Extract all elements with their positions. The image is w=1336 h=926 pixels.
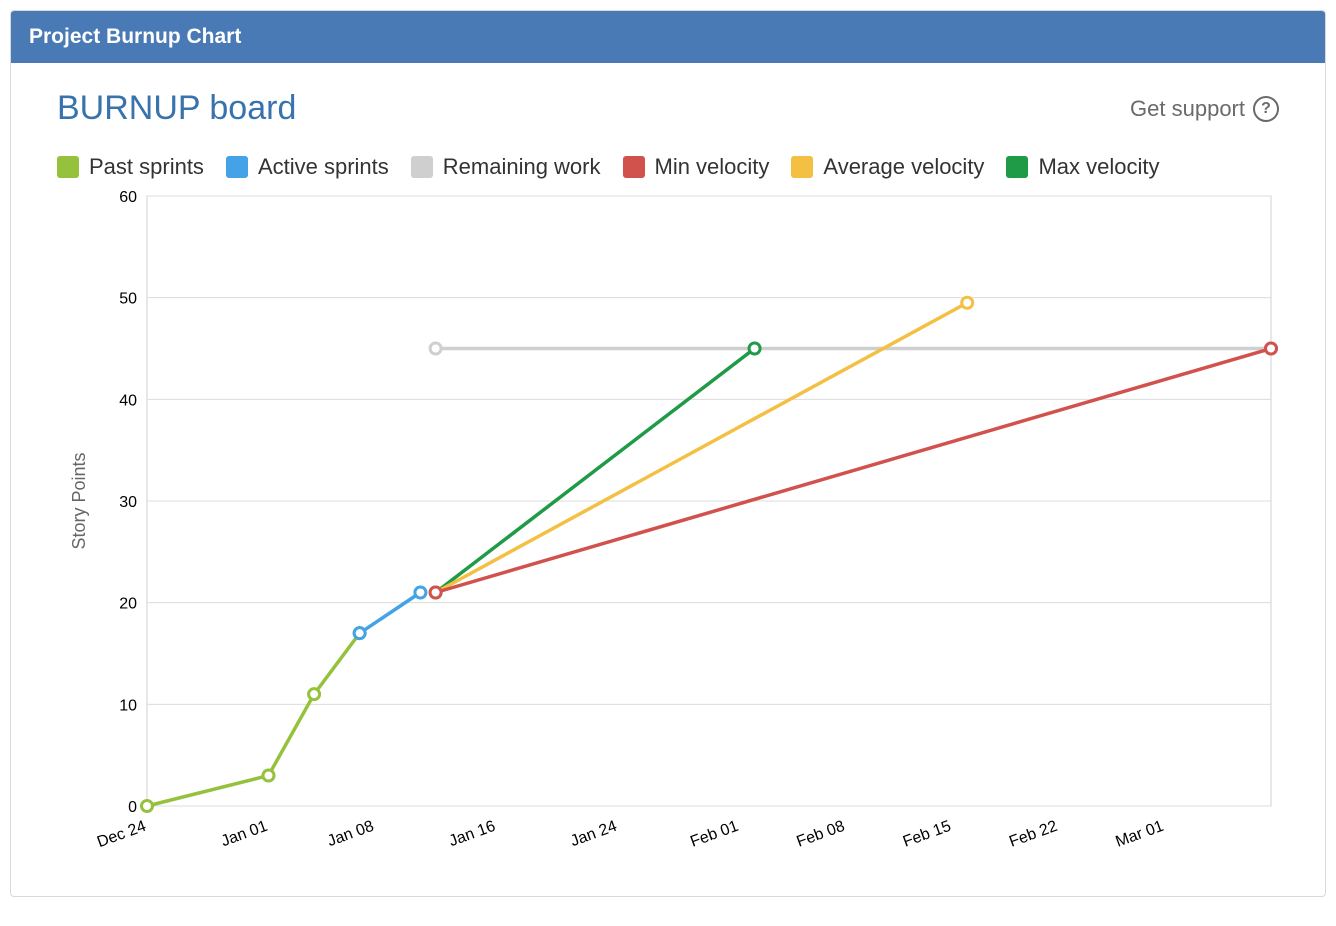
y-tick-label: 40 [119,392,137,409]
legend-swatch [226,156,248,178]
board-title: BURNUP board [57,89,296,128]
legend-swatch [623,156,645,178]
panel-body: BURNUP board Get support ? Past sprints A… [11,63,1325,896]
legend-swatch [791,156,813,178]
y-tick-label: 50 [119,291,137,308]
data-point[interactable] [415,587,426,598]
x-tick-label: Feb 15 [901,818,954,851]
legend-item[interactable]: Min velocity [623,154,770,180]
legend-label: Max velocity [1038,154,1159,180]
help-icon: ? [1253,96,1279,122]
data-point[interactable] [142,801,153,812]
y-tick-label: 30 [119,494,137,511]
series-line [436,349,755,593]
legend-label: Active sprints [258,154,389,180]
x-tick-label: Jan 24 [568,818,619,850]
x-tick-label: Jan 01 [219,818,270,850]
panel-title: Project Burnup Chart [11,11,1325,63]
legend-item[interactable]: Remaining work [411,154,601,180]
legend-label: Min velocity [655,154,770,180]
legend-item[interactable]: Average velocity [791,154,984,180]
data-point[interactable] [263,770,274,781]
x-tick-label: Mar 01 [1113,818,1166,851]
data-point[interactable] [749,343,760,354]
panel: Project Burnup Chart BURNUP board Get su… [10,10,1326,897]
gridlines [147,196,1271,806]
legend-swatch [1006,156,1028,178]
legend-label: Average velocity [823,154,984,180]
x-tick-label: Jan 16 [447,818,498,850]
x-tick-label: Feb 01 [688,818,741,851]
x-tick-label: Feb 22 [1007,818,1060,851]
x-tick-label: Dec 24 [95,818,149,851]
y-tick-label: 0 [128,799,137,816]
legend-swatch [411,156,433,178]
series-line [147,633,360,806]
series-line [436,349,1271,593]
x-tick-label: Jan 08 [325,818,376,850]
data-point[interactable] [430,587,441,598]
series-line [436,303,968,593]
y-axis-title: Story Points [69,452,89,549]
legend-item[interactable]: Past sprints [57,154,204,180]
chart: 0 10 20 30 40 50 60 Dec 24 Jan 01 Jan 08 Jan 16 Jan… [57,186,1279,866]
y-tick-label: 20 [119,596,137,613]
data-point[interactable] [962,297,973,308]
chart-svg: 0 10 20 30 40 50 60 Dec 24 Jan 01 Jan 08 Jan 16 Jan… [57,186,1281,866]
series-line [360,593,421,634]
x-tick-label: Feb 08 [794,818,847,851]
data-point[interactable] [430,343,441,354]
legend-item[interactable]: Max velocity [1006,154,1159,180]
y-tick-label: 10 [119,697,137,714]
get-support-link[interactable]: Get support ? [1130,96,1279,122]
data-point[interactable] [309,689,320,700]
get-support-label: Get support [1130,96,1245,122]
legend-swatch [57,156,79,178]
header-row: BURNUP board Get support ? [57,89,1279,128]
y-tick-label: 60 [119,189,137,206]
legend-label: Remaining work [443,154,601,180]
legend: Past sprints Active sprints Remaining work… [57,154,1279,180]
data-point[interactable] [1266,343,1277,354]
data-point[interactable] [354,628,365,639]
legend-label: Past sprints [89,154,204,180]
legend-item[interactable]: Active sprints [226,154,389,180]
